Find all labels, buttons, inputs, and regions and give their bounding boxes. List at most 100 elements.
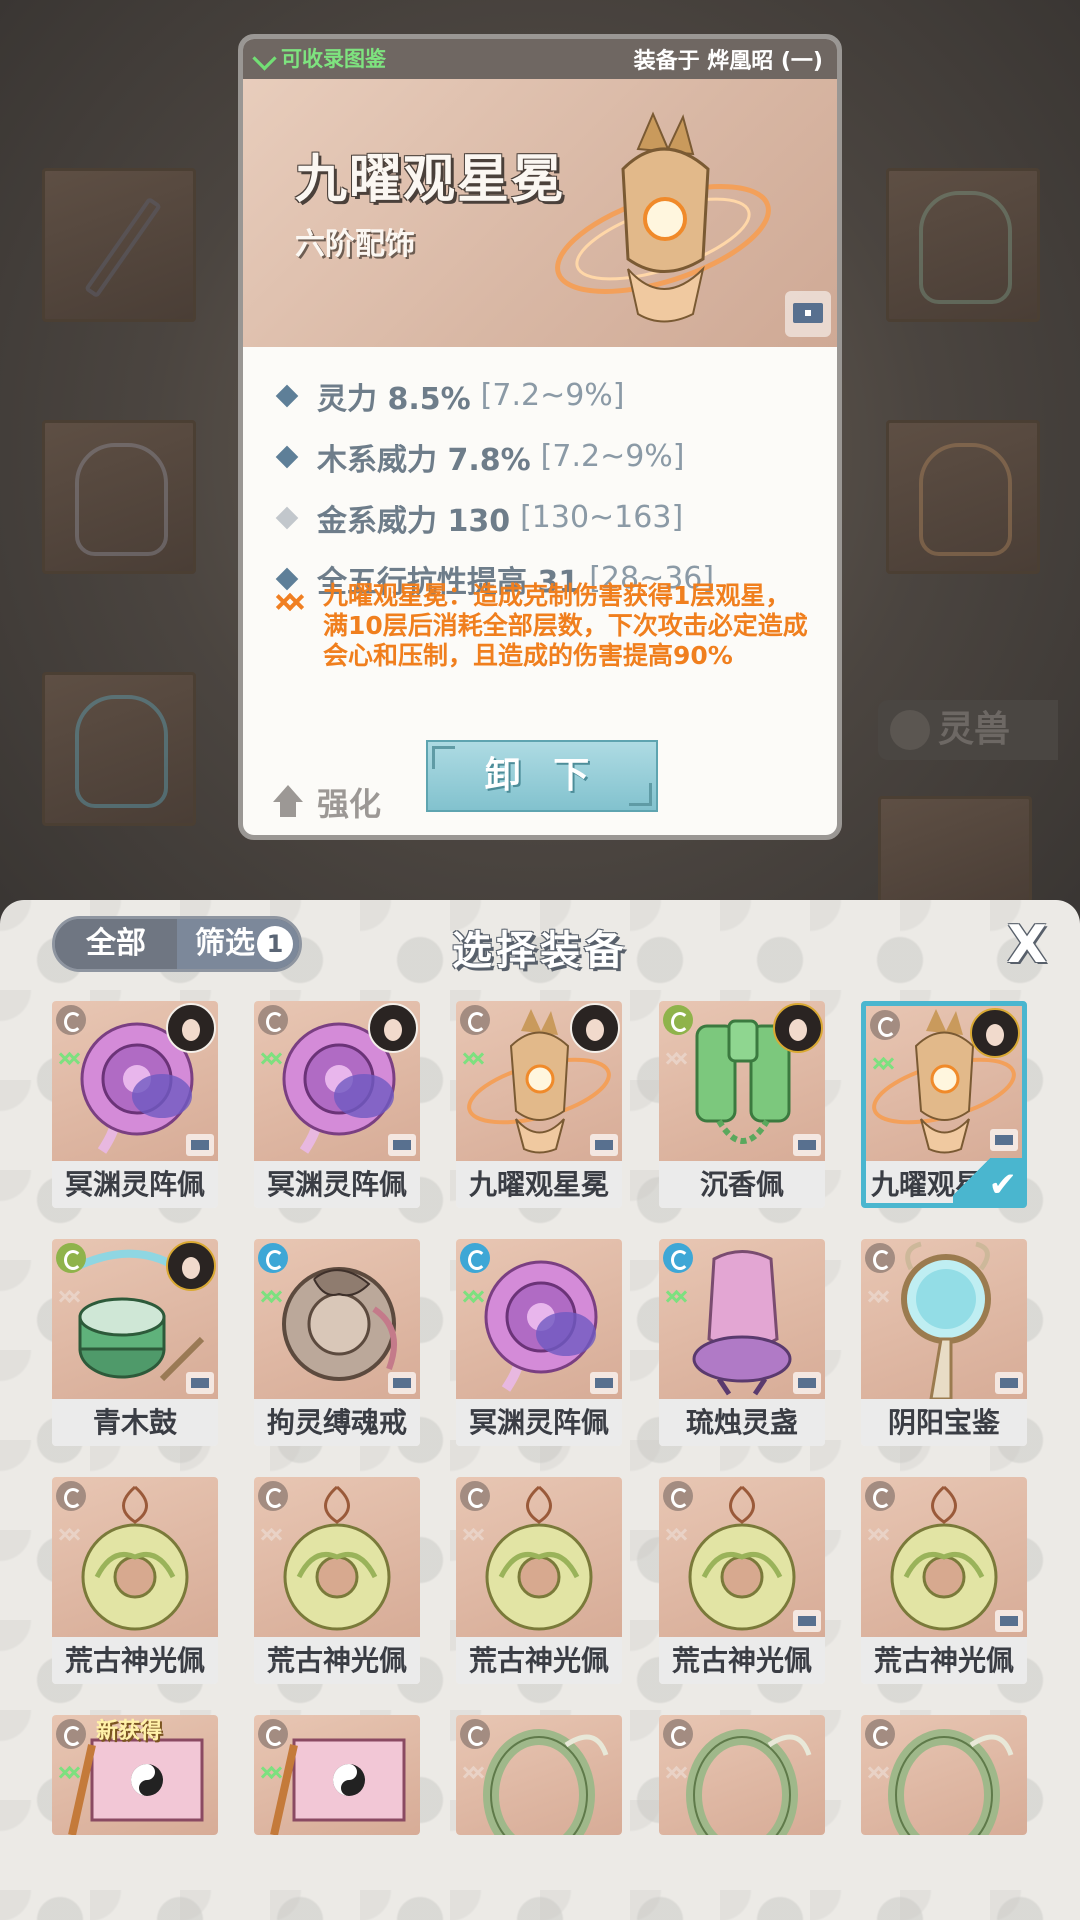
item-detail-card: 可收录图鉴 装备于 烨凰昭 (一) 九曜观星冕 六阶配饰 灵力 8.5% [7.2… bbox=[238, 34, 842, 840]
equipment-item[interactable] bbox=[659, 1715, 825, 1835]
collect-status-icon bbox=[462, 1759, 486, 1783]
item-name: 冥渊灵阵佩 bbox=[456, 1399, 622, 1446]
item-name: 冥渊灵阵佩 bbox=[52, 1161, 218, 1208]
equipment-item[interactable] bbox=[254, 1715, 420, 1835]
element-type-icon bbox=[56, 1719, 86, 1749]
chest-icon bbox=[995, 1372, 1023, 1394]
wearer-avatar bbox=[773, 1003, 823, 1053]
collect-status-icon bbox=[260, 1521, 284, 1545]
filter-count-badge: 1 bbox=[257, 926, 293, 962]
item-title: 九曜观星冕 bbox=[295, 150, 566, 210]
element-type-icon bbox=[865, 1719, 895, 1749]
chest-icon bbox=[590, 1134, 618, 1156]
tab-filter[interactable]: 筛选 1 bbox=[177, 919, 299, 969]
wearer-avatar bbox=[166, 1241, 216, 1291]
tab-filter-label: 筛选 bbox=[195, 926, 255, 961]
equipment-item[interactable]: 冥渊灵阵佩 bbox=[254, 1001, 420, 1208]
collect-icon bbox=[253, 47, 275, 69]
chest-icon bbox=[186, 1134, 214, 1156]
chest-icon bbox=[990, 1129, 1018, 1151]
collect-status-icon bbox=[462, 1045, 486, 1069]
stat-row: 金系威力 130 [130~163] bbox=[271, 487, 831, 548]
element-type-icon bbox=[56, 1481, 86, 1511]
equipment-item[interactable]: 荒古神光佩 bbox=[254, 1477, 420, 1684]
stat-range: [7.2~9%] bbox=[540, 439, 685, 474]
equipment-item[interactable]: 冥渊灵阵佩 bbox=[456, 1239, 622, 1446]
equipment-item[interactable]: 荒古神光佩 bbox=[659, 1477, 825, 1684]
equipment-item[interactable]: 拘灵缚魂戒 bbox=[254, 1239, 420, 1446]
upgrade-button[interactable]: 强化 bbox=[273, 779, 381, 825]
crown-artwork-icon bbox=[555, 111, 771, 323]
collect-status-icon bbox=[58, 1521, 82, 1545]
collect-status-icon bbox=[665, 1045, 689, 1069]
wardrobe-button[interactable] bbox=[785, 291, 831, 337]
wearer-avatar bbox=[570, 1003, 620, 1053]
equipment-item[interactable] bbox=[861, 1715, 1027, 1835]
diamond-bullet-icon bbox=[275, 506, 299, 529]
chest-icon bbox=[793, 1134, 821, 1156]
close-button[interactable]: X bbox=[1000, 918, 1054, 972]
equipment-item[interactable]: 琉烛灵盏 bbox=[659, 1239, 825, 1446]
bg-pet-tab: 灵兽 bbox=[878, 700, 1058, 760]
equipment-item[interactable]: 荒古神光佩 bbox=[52, 1477, 218, 1684]
bg-equipment-slot-boots bbox=[42, 672, 196, 826]
collect-status-icon bbox=[872, 1050, 896, 1074]
element-type-icon bbox=[258, 1719, 288, 1749]
element-type-icon bbox=[258, 1481, 288, 1511]
equipment-item[interactable]: 阴阳宝鉴 bbox=[861, 1239, 1027, 1446]
equipment-item[interactable]: 九曜观星冕 bbox=[456, 1001, 622, 1208]
equipment-item[interactable]: 荒古神光佩 bbox=[861, 1477, 1027, 1684]
checkmark-icon: ✔ bbox=[953, 1158, 1022, 1203]
equipped-on-label: 装备于 烨凰昭 (一) bbox=[633, 49, 823, 74]
item-name: 荒古神光佩 bbox=[659, 1637, 825, 1684]
chest-icon bbox=[590, 1372, 618, 1394]
bg-equipment-slot-crown bbox=[886, 420, 1040, 574]
element-type-icon bbox=[865, 1243, 895, 1273]
collectible-label: 可收录图鉴 bbox=[281, 47, 386, 71]
collect-status-icon bbox=[867, 1759, 891, 1783]
stat-label: 灵力 8.5% bbox=[317, 381, 471, 417]
bg-equipment-slot-pendant bbox=[886, 168, 1040, 322]
unequip-button[interactable]: 卸 下 bbox=[426, 740, 658, 812]
item-name: 荒古神光佩 bbox=[254, 1637, 420, 1684]
bg-equipment-slot-armor bbox=[42, 420, 196, 574]
collect-status-icon bbox=[58, 1283, 82, 1307]
diamond-bullet-icon bbox=[275, 384, 299, 407]
stat-row: 灵力 8.5% [7.2~9%] bbox=[271, 365, 831, 426]
stat-range: [7.2~9%] bbox=[480, 378, 625, 413]
pet-icon bbox=[890, 710, 930, 750]
element-type-icon bbox=[663, 1481, 693, 1511]
stat-label: 金系威力 130 bbox=[317, 503, 511, 539]
collect-status-icon bbox=[260, 1283, 284, 1307]
equipment-item[interactable]: 荒古神光佩 bbox=[456, 1477, 622, 1684]
item-name: 沉香佩 bbox=[659, 1161, 825, 1208]
equipment-item[interactable]: 冥渊灵阵佩 bbox=[52, 1001, 218, 1208]
item-name: 荒古神光佩 bbox=[456, 1637, 622, 1684]
stat-row: 木系威力 7.8% [7.2~9%] bbox=[271, 426, 831, 487]
element-type-icon bbox=[865, 1481, 895, 1511]
element-type-icon bbox=[663, 1719, 693, 1749]
chest-icon bbox=[995, 1610, 1023, 1632]
equipment-item[interactable]: 沉香佩 bbox=[659, 1001, 825, 1208]
equipment-item[interactable]: 九曜观星 ✔ bbox=[861, 1001, 1027, 1208]
collect-status-icon bbox=[58, 1045, 82, 1069]
item-name: 荒古神光佩 bbox=[52, 1637, 218, 1684]
special-effect-text: 九曜观星冕：造成克制伤害获得1层观星，满10层后消耗全部层数，下次攻击必定造成会… bbox=[323, 581, 808, 670]
arrow-up-icon bbox=[273, 785, 303, 819]
chest-icon bbox=[793, 303, 823, 323]
collect-status-icon bbox=[665, 1521, 689, 1545]
element-type-icon bbox=[460, 1481, 490, 1511]
collect-status-icon bbox=[462, 1521, 486, 1545]
equipment-item[interactable] bbox=[456, 1715, 622, 1835]
tab-all[interactable]: 全部 bbox=[55, 919, 177, 969]
filter-tabs: 全部 筛选 1 bbox=[52, 916, 302, 972]
equipment-item[interactable]: 青木鼓 bbox=[52, 1239, 218, 1446]
item-name: 青木鼓 bbox=[52, 1399, 218, 1446]
equipment-item[interactable]: 新获得 bbox=[52, 1715, 218, 1835]
wearer-avatar bbox=[166, 1003, 216, 1053]
item-name: 冥渊灵阵佩 bbox=[254, 1161, 420, 1208]
wearer-avatar bbox=[970, 1008, 1020, 1058]
item-name: 九曜观星冕 bbox=[456, 1161, 622, 1208]
chest-icon bbox=[388, 1372, 416, 1394]
element-type-icon bbox=[663, 1243, 693, 1273]
